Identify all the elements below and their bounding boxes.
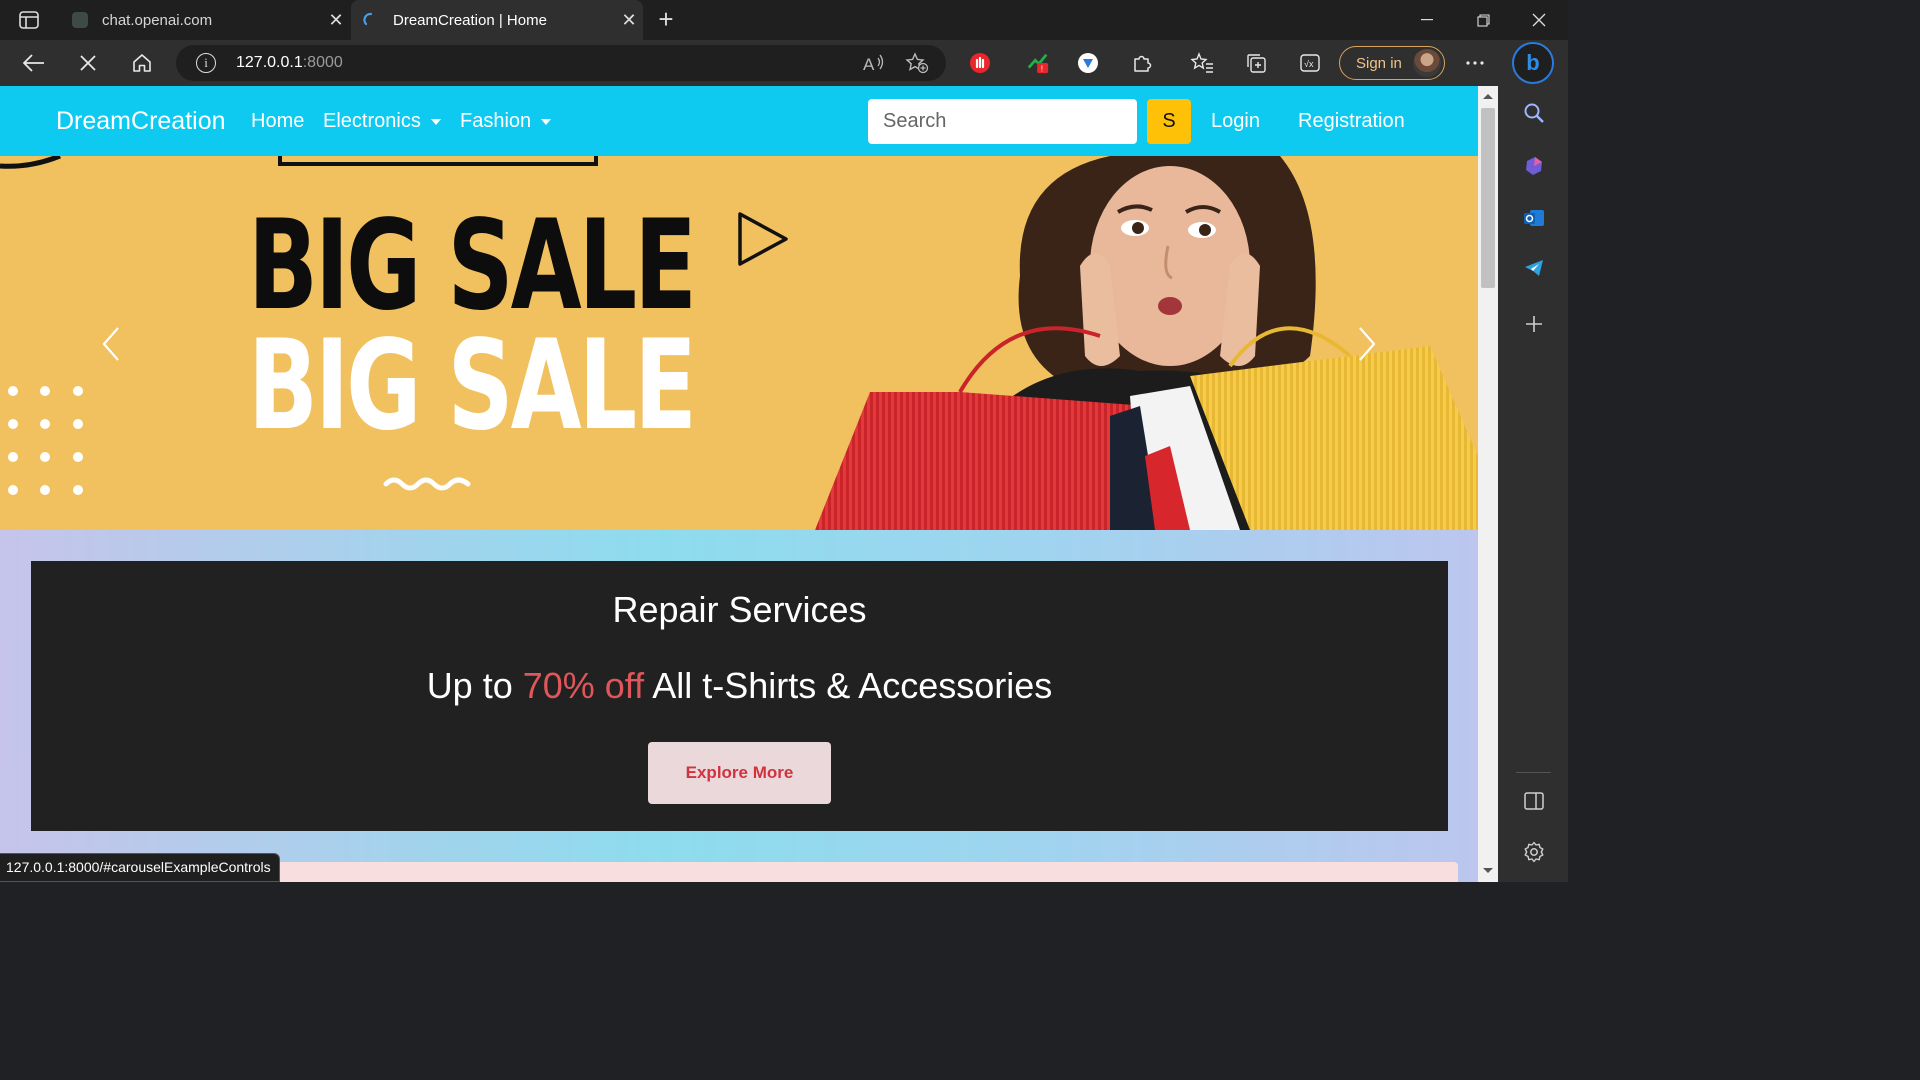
sale-headline-black: BIG SALE: [248, 194, 697, 338]
nav-fashion-dropdown[interactable]: Fashion: [460, 110, 552, 133]
adblock-extension-icon[interactable]: [968, 51, 992, 75]
brand-logo-link[interactable]: DreamCreation: [56, 107, 226, 136]
bing-copilot-icon[interactable]: b: [1512, 42, 1554, 84]
collections-icon[interactable]: [1244, 51, 1268, 75]
close-tab-icon[interactable]: ✕: [615, 10, 643, 31]
carousel-prev-button[interactable]: [92, 314, 132, 374]
promo-banner: Repair Services Up to 70% off All t-Shir…: [31, 561, 1448, 831]
minimize-icon[interactable]: [1399, 0, 1455, 40]
play-triangle-icon: [738, 212, 788, 266]
browser-toolbar: i 127.0.0.1:8000 A ! √x Sign in: [0, 40, 1568, 86]
new-tab-icon[interactable]: +: [650, 4, 682, 36]
add-favorite-icon[interactable]: [905, 51, 929, 75]
caret-down-icon: [430, 118, 441, 125]
scroll-up-arrow-icon[interactable]: [1483, 94, 1493, 99]
scroll-down-arrow-icon[interactable]: [1483, 868, 1493, 873]
svg-text:A: A: [863, 55, 875, 73]
stock-extension-icon[interactable]: !: [1026, 51, 1050, 75]
sidebar-copilot-icon[interactable]: [1520, 152, 1548, 180]
caret-down-icon: [541, 118, 552, 125]
decor-dots-shape: [8, 386, 83, 495]
sidebar-outlook-icon[interactable]: [1520, 204, 1548, 232]
page-scrollbar[interactable]: [1478, 86, 1498, 882]
tab-title: DreamCreation | Home: [393, 11, 547, 29]
page-viewport: DreamCreation Home Electronics Fashion S…: [0, 86, 1478, 882]
tab-title: chat.openai.com: [102, 11, 213, 29]
address-bar[interactable]: i 127.0.0.1:8000 A: [176, 45, 946, 81]
discount-highlight: 70% off: [522, 665, 645, 706]
svg-text:√x: √x: [1304, 59, 1314, 69]
extensions-puzzle-icon[interactable]: [1130, 51, 1154, 75]
sidebar-settings-icon[interactable]: [1520, 838, 1548, 866]
sidebar-divider: [1516, 772, 1551, 773]
back-icon[interactable]: [17, 47, 51, 79]
nav-login-link[interactable]: Login: [1211, 110, 1260, 133]
browser-tab-bar: chat.openai.com ✕ DreamCreation | Home ✕…: [0, 0, 1568, 40]
status-bar-url: 127.0.0.1:8000/#carouselExampleControls: [0, 853, 280, 882]
promo-title: Repair Services: [612, 589, 867, 630]
shield-extension-icon[interactable]: [1076, 51, 1100, 75]
search-button[interactable]: S: [1147, 99, 1191, 144]
tab-dreamcreation[interactable]: DreamCreation | Home ✕: [351, 0, 643, 40]
promo-offer: Up to 70% off All t-Shirts & Accessories: [426, 665, 1053, 706]
close-tab-icon[interactable]: ✕: [322, 10, 350, 31]
close-window-icon[interactable]: [1511, 0, 1567, 40]
decor-wave-shape: [383, 477, 471, 491]
openai-favicon-icon: [72, 12, 88, 28]
sidebar-add-icon[interactable]: [1520, 310, 1548, 338]
site-info-icon[interactable]: i: [196, 53, 216, 73]
sign-in-button[interactable]: Sign in: [1339, 46, 1445, 80]
profile-avatar: [1413, 49, 1441, 77]
explore-more-button[interactable]: Explore More: [648, 742, 831, 804]
nav-home-link[interactable]: Home: [251, 110, 304, 133]
more-options-icon[interactable]: [1458, 47, 1492, 79]
decor-arc-shape: [0, 156, 61, 169]
sale-headline-white: BIG SALE: [248, 314, 697, 458]
home-icon[interactable]: [125, 47, 159, 79]
search-input[interactable]: [868, 99, 1137, 144]
decor-frame-shape: [278, 156, 598, 166]
sidebar-toggle-icon[interactable]: [1520, 787, 1548, 815]
site-navbar: DreamCreation Home Electronics Fashion S…: [0, 86, 1478, 156]
math-solver-icon[interactable]: √x: [1298, 51, 1322, 75]
loading-spinner-icon: [363, 12, 379, 28]
read-aloud-icon[interactable]: A: [862, 51, 886, 75]
tab-chat-openai[interactable]: chat.openai.com ✕: [60, 0, 350, 40]
address-url: 127.0.0.1:8000: [236, 54, 343, 71]
carousel-next-button[interactable]: [1346, 314, 1386, 374]
nav-electronics-dropdown[interactable]: Electronics: [323, 110, 441, 133]
scroll-thumb[interactable]: [1481, 108, 1495, 288]
sidebar-search-icon[interactable]: [1520, 99, 1548, 127]
favorites-icon[interactable]: [1190, 51, 1214, 75]
nav-registration-link[interactable]: Registration: [1298, 110, 1405, 133]
hero-carousel: BIG SALE BIG SALE: [0, 156, 1478, 530]
sidebar-telegram-icon[interactable]: [1520, 254, 1548, 282]
stop-loading-icon[interactable]: [71, 47, 105, 79]
restore-icon[interactable]: [1455, 0, 1511, 40]
svg-text:!: !: [1041, 63, 1043, 73]
tab-actions-icon[interactable]: [14, 8, 44, 32]
